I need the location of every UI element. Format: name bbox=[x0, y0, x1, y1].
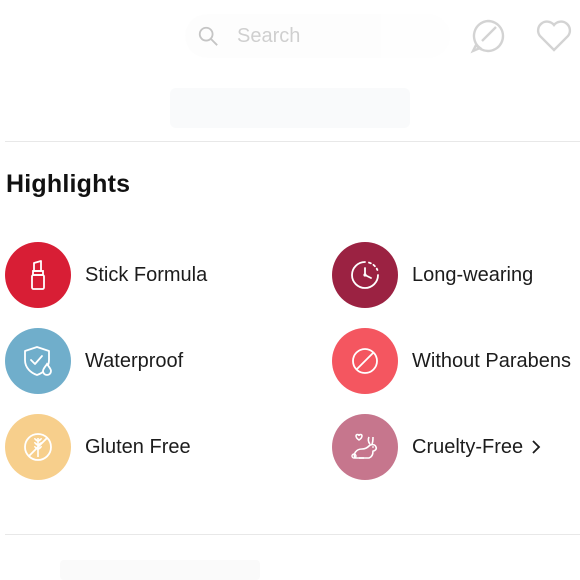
chat-bubble-icon[interactable] bbox=[468, 16, 508, 56]
heart-icon[interactable] bbox=[534, 16, 574, 56]
highlight-label: Waterproof bbox=[85, 349, 184, 372]
bottom-divider bbox=[5, 534, 580, 535]
highlight-long-wearing: Long-wearing bbox=[332, 242, 533, 308]
prohibited-icon bbox=[332, 328, 398, 394]
shield-drop-icon bbox=[5, 328, 71, 394]
search-placeholder: Search bbox=[237, 24, 301, 47]
search-icon bbox=[198, 26, 218, 46]
highlight-without-parabens: Without Parabens bbox=[332, 328, 571, 394]
chevron-right-icon bbox=[532, 439, 541, 454]
lipstick-icon bbox=[5, 242, 71, 308]
highlight-cruelty-free[interactable]: Cruelty-Free bbox=[332, 414, 541, 480]
highlight-label: Long-wearing bbox=[412, 263, 534, 286]
highlight-stick-formula: Stick Formula bbox=[5, 242, 207, 308]
faded-banner bbox=[170, 88, 410, 128]
highlight-gluten-free: Gluten Free bbox=[5, 414, 191, 480]
highlight-label: Without Parabens bbox=[412, 349, 571, 372]
highlight-label-cruelty-free: Cruelty-Free bbox=[412, 436, 541, 459]
highlight-label: Gluten Free bbox=[85, 435, 191, 458]
stopwatch-icon bbox=[332, 242, 398, 308]
search-bar[interactable]: Search bbox=[185, 14, 450, 58]
top-header: Search bbox=[0, 0, 580, 78]
rabbit-heart-icon bbox=[332, 414, 398, 480]
top-divider bbox=[5, 141, 580, 142]
faded-footer bbox=[60, 560, 260, 580]
highlight-label: Stick Formula bbox=[85, 263, 208, 286]
highlight-label: Cruelty-Free bbox=[412, 435, 524, 458]
highlight-waterproof: Waterproof bbox=[5, 328, 183, 394]
section-title: Highlights bbox=[6, 170, 131, 198]
no-wheat-icon bbox=[5, 414, 71, 480]
